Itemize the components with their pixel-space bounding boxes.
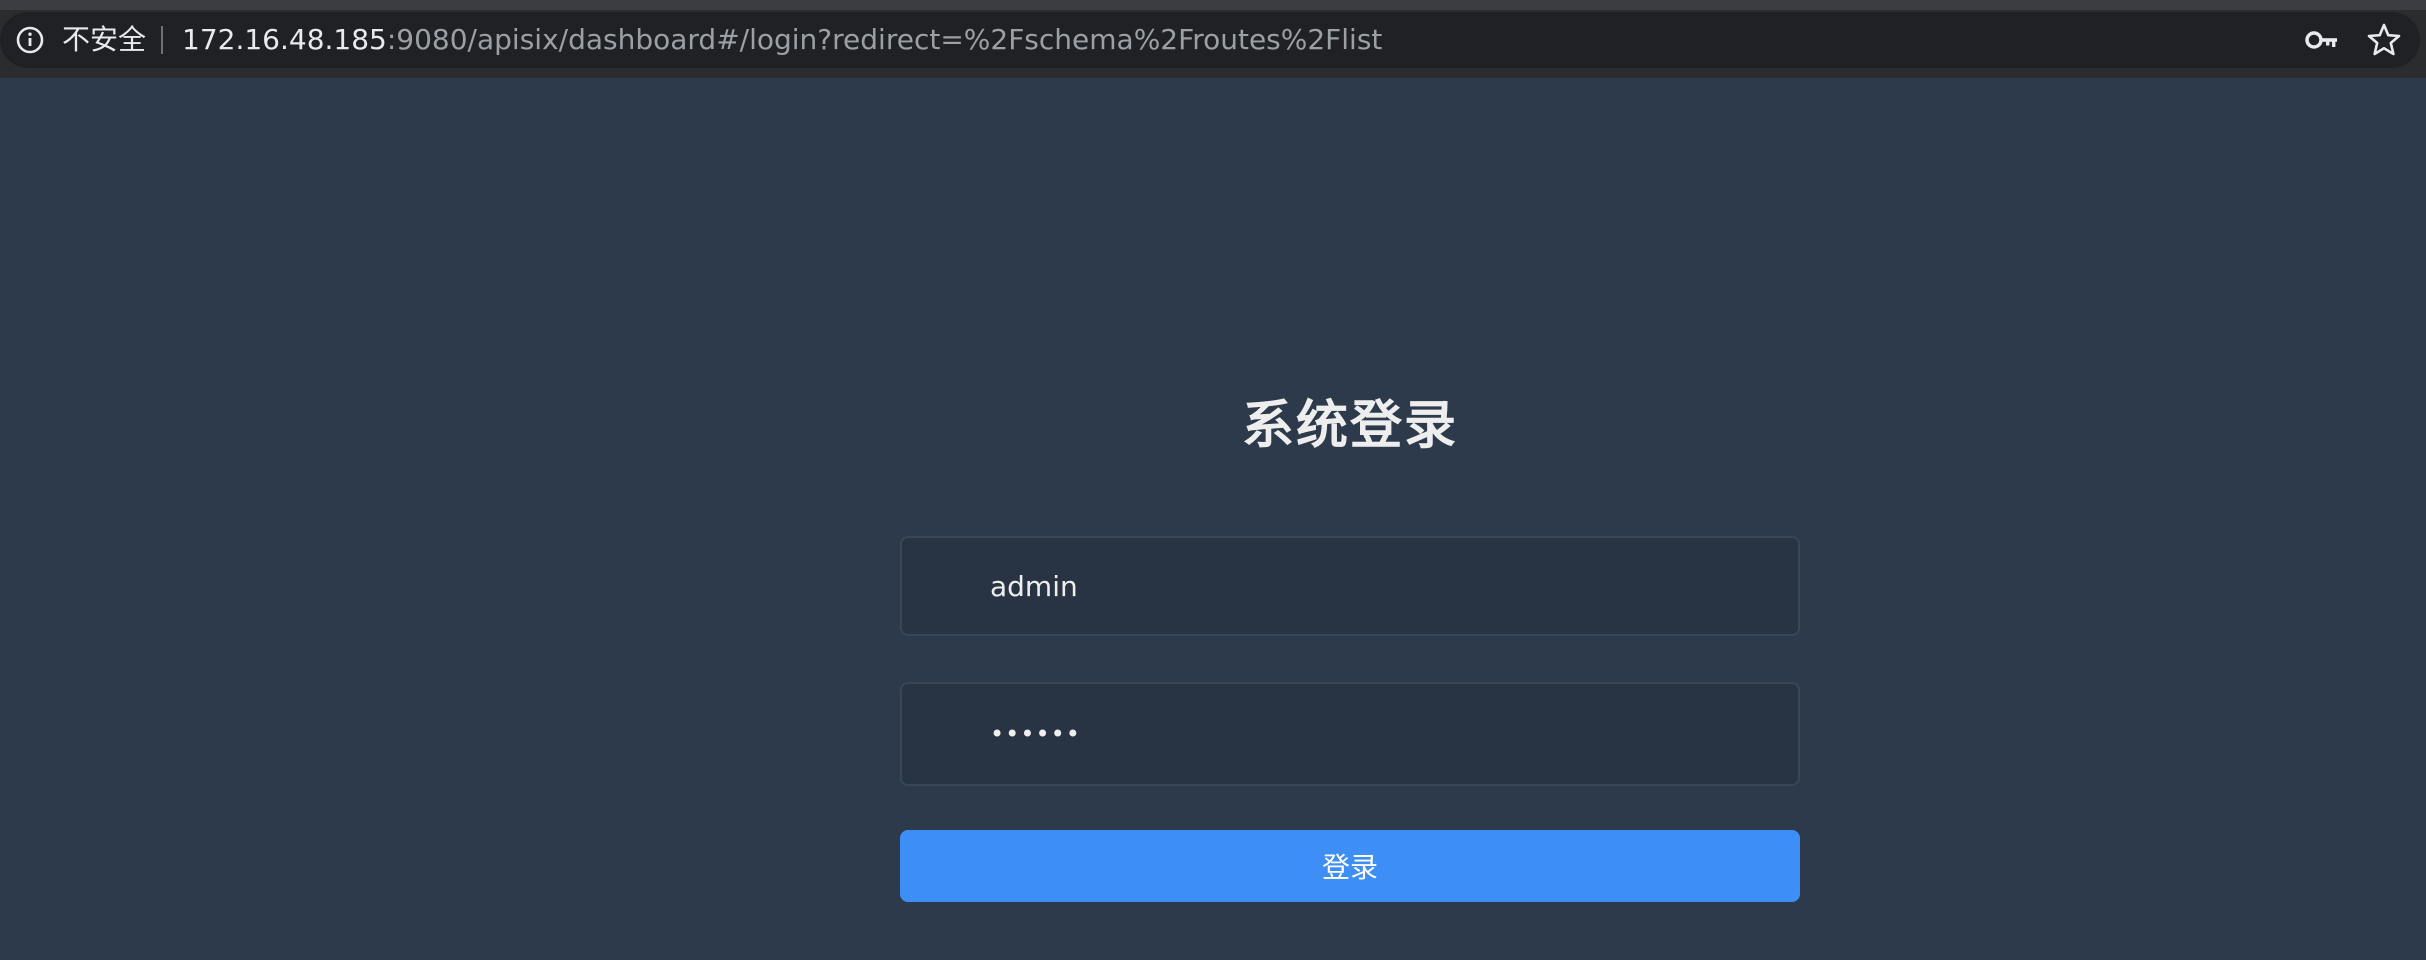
star-icon[interactable] xyxy=(2366,22,2402,58)
security-status-label[interactable]: 不安全 xyxy=(62,24,146,56)
browser-tab-strip xyxy=(0,0,2426,10)
browser-toolbar: 不安全 172.16.48.185:9080/apisix/dashboard#… xyxy=(0,0,2426,78)
password-field[interactable] xyxy=(900,682,1800,786)
address-separator xyxy=(161,26,163,54)
login-button[interactable]: 登录 xyxy=(900,830,1800,902)
url-text[interactable]: 172.16.48.185:9080/apisix/dashboard#/log… xyxy=(182,24,1382,56)
login-page: 系统登录 登录 xyxy=(0,78,2426,960)
address-bar[interactable]: 不安全 172.16.48.185:9080/apisix/dashboard#… xyxy=(0,12,2420,68)
username-input[interactable] xyxy=(990,538,1770,634)
url-host: 172.16.48.185 xyxy=(182,23,387,56)
url-path: :9080/apisix/dashboard#/login?redirect=%… xyxy=(386,23,1383,56)
password-input[interactable] xyxy=(990,684,1770,784)
login-title: 系统登录 xyxy=(1241,396,1458,456)
key-icon[interactable] xyxy=(2304,24,2340,56)
username-field[interactable] xyxy=(900,536,1800,636)
info-icon[interactable] xyxy=(15,25,45,55)
